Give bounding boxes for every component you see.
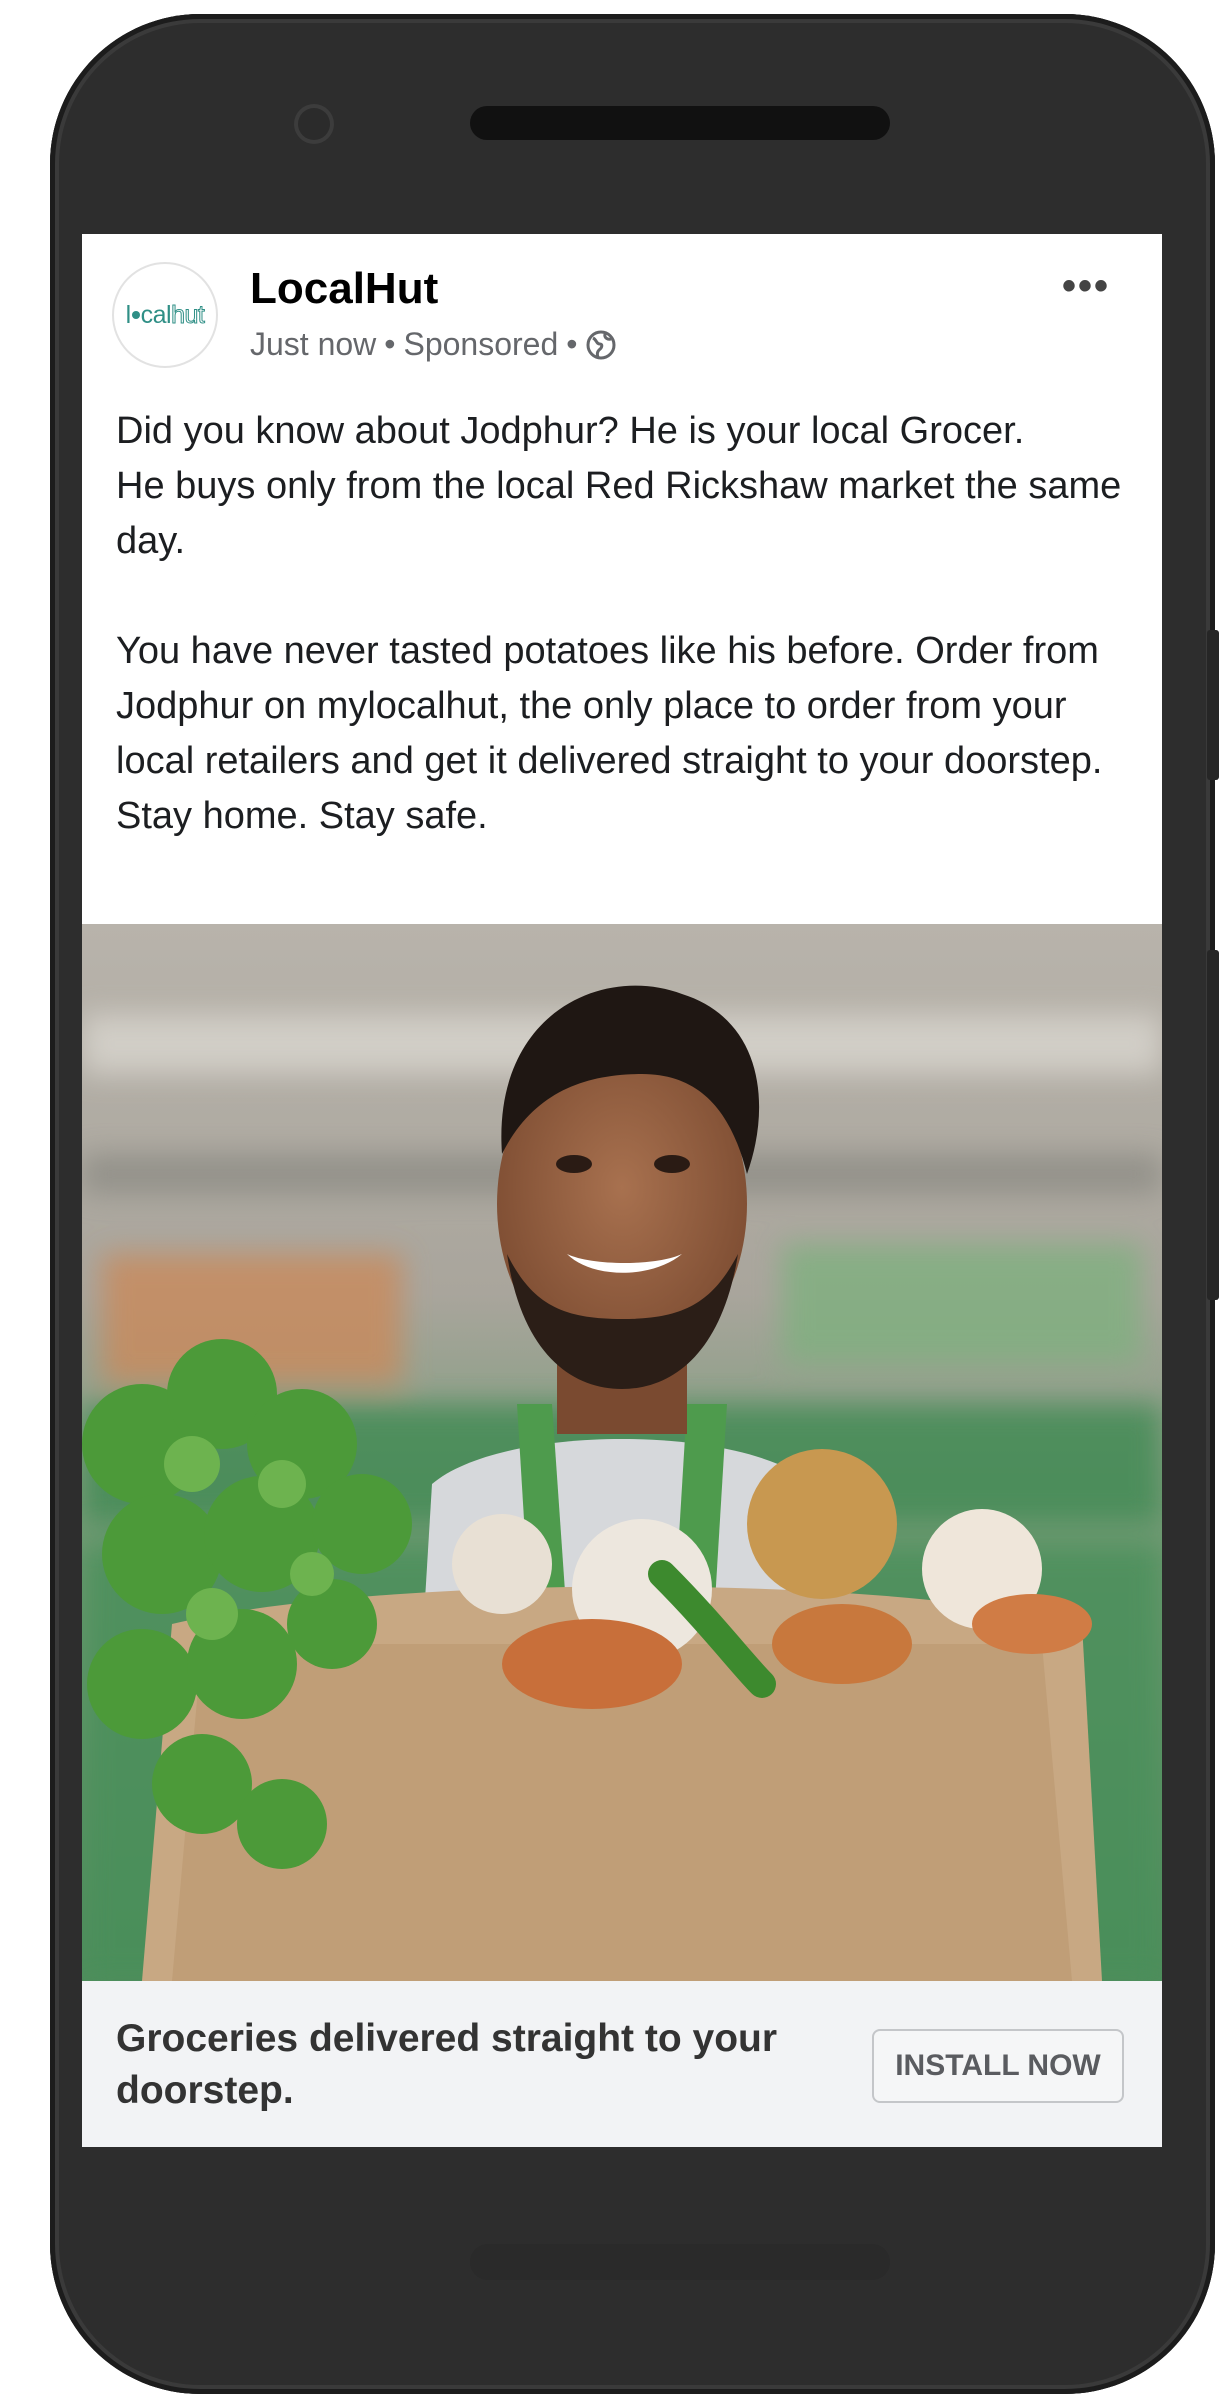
install-now-button[interactable]: INSTALL NOW	[872, 2029, 1124, 2103]
meta-separator-2: •	[566, 326, 578, 362]
avatar-logo-l: l	[125, 300, 132, 329]
avatar-logo-dot	[131, 311, 140, 319]
power-button	[1207, 950, 1219, 1300]
post-paragraph: You have never tasted potatoes like his …	[116, 630, 1103, 837]
meta-separator: •	[384, 326, 396, 362]
ad-footer: Groceries delivered straight to your doo…	[82, 1981, 1162, 2147]
front-camera	[294, 104, 334, 144]
globe-icon	[586, 330, 616, 359]
page-avatar[interactable]: l cal hut	[112, 262, 218, 368]
grocer-photo	[82, 924, 1162, 1981]
page-name[interactable]: LocalHut	[250, 264, 438, 314]
volume-button	[1207, 630, 1219, 780]
post-paragraph: Did you know about Jodphur? He is your l…	[116, 410, 1025, 452]
bottom-bezel-grille	[470, 2244, 890, 2280]
ad-image[interactable]	[82, 924, 1162, 1981]
facebook-ad-post: l cal hut LocalHut Just now • Sponsored • …	[82, 234, 1162, 2147]
post-paragraph: He buys only from the local Red Rickshaw…	[116, 465, 1122, 562]
post-header: l cal hut LocalHut Just now • Sponsored • …	[82, 234, 1162, 384]
sponsored-label[interactable]: Sponsored	[403, 326, 558, 363]
post-body: Did you know about Jodphur? He is your l…	[116, 404, 1146, 844]
post-meta: Just now • Sponsored •	[250, 326, 617, 363]
avatar-logo-hut: hut	[171, 300, 206, 329]
ad-headline[interactable]: Groceries delivered straight to your doo…	[116, 2013, 856, 2117]
more-options-icon[interactable]: •••	[1062, 264, 1110, 309]
earpiece-speaker	[470, 106, 890, 140]
post-time[interactable]: Just now	[250, 326, 376, 363]
avatar-logo-cal: cal	[140, 300, 172, 329]
